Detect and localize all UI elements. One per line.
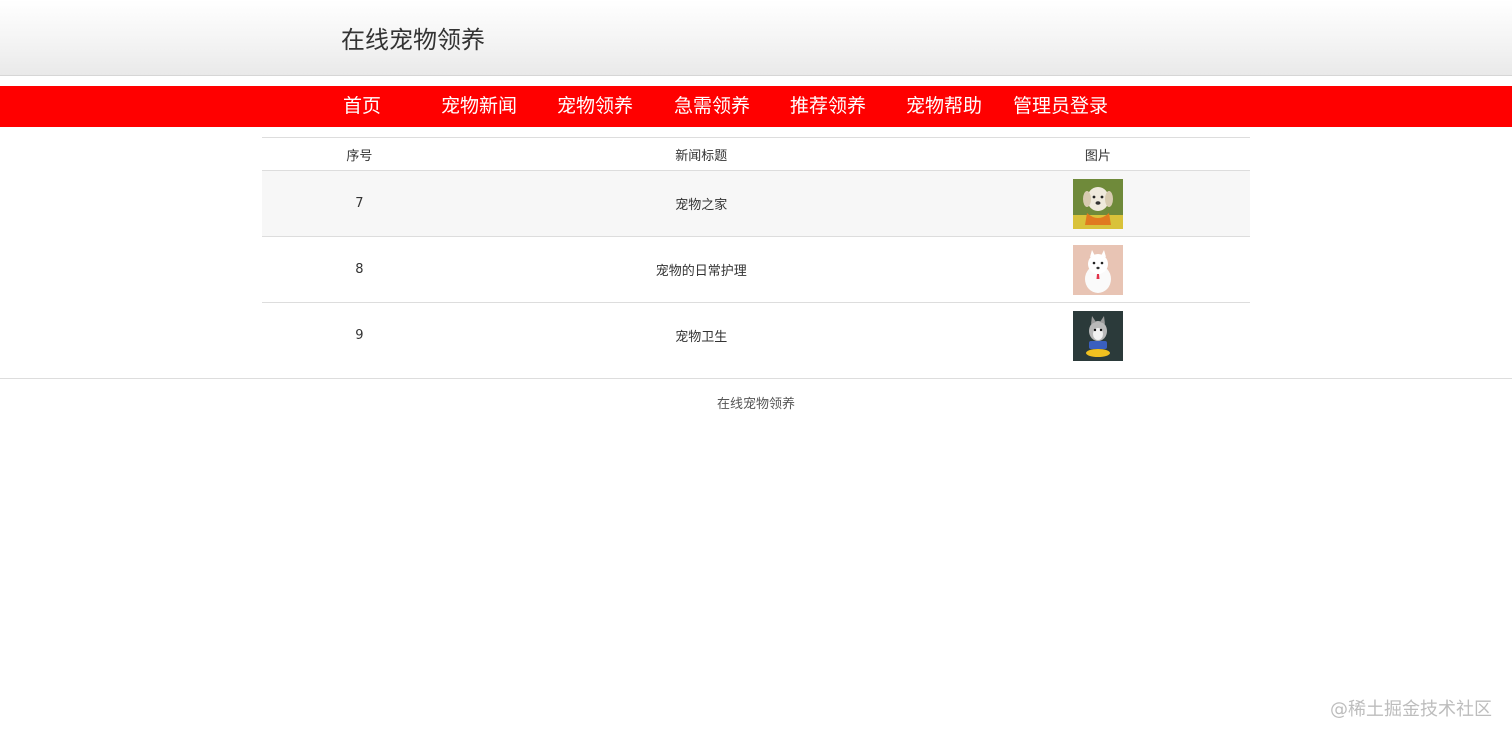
watermark: @稀土掘金技术社区 [1330,699,1492,720]
table-row[interactable]: 8 宠物的日常护理 [262,237,1250,303]
nav-item-pet-help[interactable]: 宠物帮助 [906,86,982,127]
nav-item-pet-adoption[interactable]: 宠物领养 [557,86,633,127]
cell-id: 7 [355,196,364,211]
main-nav: 首页 宠物新闻 宠物领养 急需领养 推荐领养 宠物帮助 管理员登录 [0,86,1512,127]
cell-title[interactable]: 宠物之家 [457,171,946,237]
dog-labrador-photo-icon[interactable] [1072,178,1123,229]
nav-item-pet-news[interactable]: 宠物新闻 [441,86,517,127]
site-footer: 在线宠物领养 [0,378,1512,423]
table-row[interactable]: 7 宠物之家 [262,170,1250,237]
site-header: 在线宠物领养 [0,0,1512,76]
cell-id: 8 [355,262,364,277]
cell-image [946,171,1250,237]
cell-title[interactable]: 宠物卫生 [457,303,946,369]
table-header-row: 序号 新闻标题 图片 [262,137,1250,171]
cell-image [946,303,1250,369]
column-header-image: 图片 [945,137,1250,171]
dog-white-photo-icon[interactable] [1072,244,1123,295]
cell-title[interactable]: 宠物的日常护理 [457,237,946,303]
nav-item-home[interactable]: 首页 [343,86,381,127]
cell-id: 9 [355,328,364,344]
column-header-id: 序号 [262,137,457,171]
table-row[interactable]: 9 宠物卫生 [262,303,1250,369]
news-table: 序号 新闻标题 图片 7 宠物之家 8 宠物的日常护理 9 宠物卫生 [262,137,1250,369]
news-table-container: 序号 新闻标题 图片 7 宠物之家 8 宠物的日常护理 9 宠物卫生 [262,137,1250,369]
nav-item-urgent-adoption[interactable]: 急需领养 [674,86,750,127]
nav-item-recommended-adoption[interactable]: 推荐领养 [790,86,866,127]
cell-image [946,237,1250,303]
site-title: 在线宠物领养 [341,26,485,54]
dog-husky-photo-icon[interactable] [1072,310,1123,361]
footer-text: 在线宠物领养 [716,397,795,412]
column-header-title: 新闻标题 [456,137,946,171]
nav-item-admin-login[interactable]: 管理员登录 [1013,86,1108,127]
